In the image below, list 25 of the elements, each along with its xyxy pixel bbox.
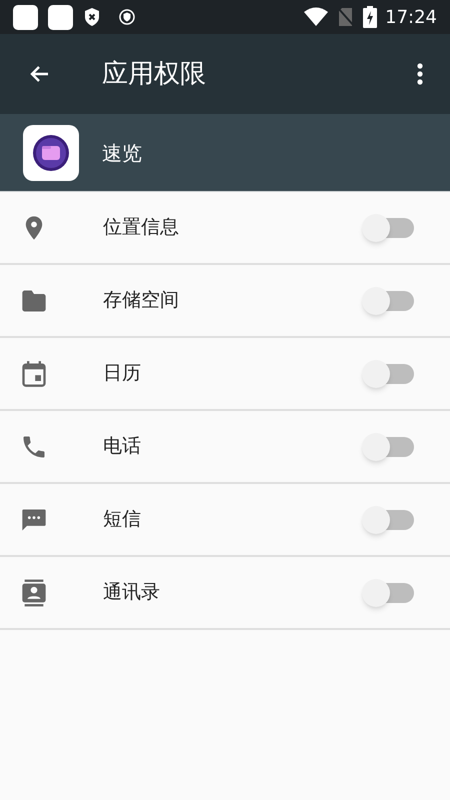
app-name: 速览 [102, 140, 142, 166]
permission-label: 存储空间 [103, 288, 179, 314]
permission-label: 通讯录 [103, 580, 160, 606]
permission-label: 日历 [103, 361, 141, 386]
wifi-icon [303, 7, 330, 27]
more-options-icon [416, 62, 424, 86]
permission-label: 短信 [103, 507, 141, 532]
permission-switch[interactable] [362, 214, 414, 242]
battery-charging-icon [363, 6, 378, 28]
permission-switch[interactable] [362, 578, 414, 606]
permission-switch[interactable] [362, 286, 414, 314]
clock-text: 17:24 [385, 6, 437, 30]
contact-card-icon [20, 578, 48, 606]
app-icon [23, 124, 79, 180]
screen-title: 应用权限 [102, 58, 206, 90]
notification-icon [13, 4, 38, 30]
permission-switch[interactable] [362, 506, 414, 534]
permission-label: 电话 [103, 434, 141, 460]
permission-switch[interactable] [362, 432, 414, 460]
shield-icon [83, 7, 101, 27]
notification-icon [48, 4, 73, 30]
shield-icon [119, 9, 135, 25]
permission-label: 位置信息 [103, 215, 179, 240]
permission-switch[interactable] [362, 360, 414, 388]
calendar-icon [20, 360, 48, 388]
